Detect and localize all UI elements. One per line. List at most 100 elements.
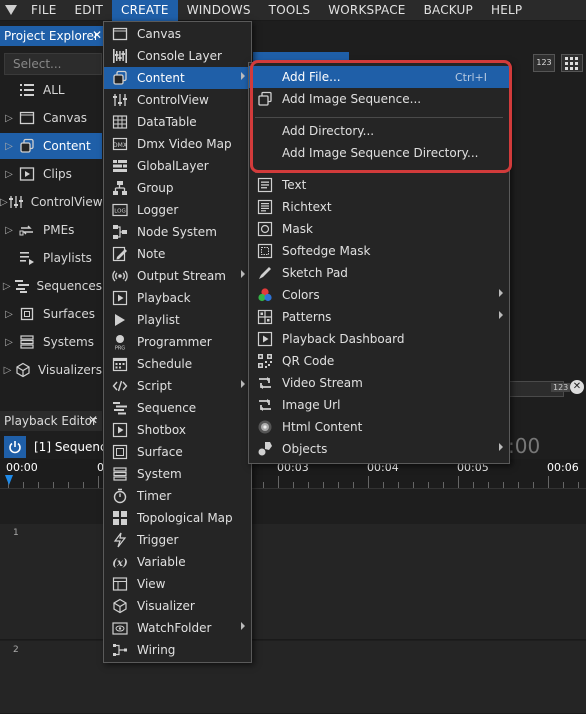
ruler-tick xyxy=(398,482,399,488)
create-menu-item-watchfolder[interactable]: WatchFolder xyxy=(104,617,251,639)
create-menu-item-label: Dmx Video Map xyxy=(137,137,232,151)
content-menu-item-playback-dashboard[interactable]: Playback Dashboard xyxy=(249,328,509,350)
create-menu-item-content[interactable]: Content xyxy=(104,67,251,89)
tree-item-sequences[interactable]: ▷ Sequences xyxy=(0,273,102,299)
tree-item-visualizers[interactable]: ▷ Visualizers xyxy=(0,357,102,383)
app-logo-icon[interactable] xyxy=(0,0,22,21)
chevron-right-icon[interactable]: ▷ xyxy=(0,365,15,376)
content-menu-item-qr-code[interactable]: QR Code xyxy=(249,350,509,372)
topological-map-icon xyxy=(109,509,131,527)
create-menu-item-label: Playlist xyxy=(137,313,180,327)
content-menu-item-add-image-sequence[interactable]: Add Image Sequence... xyxy=(249,88,509,110)
content-menu-item-image-url[interactable]: Image Url xyxy=(249,394,509,416)
content-menu-item-mask[interactable]: Mask xyxy=(249,218,509,240)
create-menu-item-node-system[interactable]: Node System xyxy=(104,221,251,243)
create-menu-item-topological-map[interactable]: Topological Map xyxy=(104,507,251,529)
create-menu-item-datatable[interactable]: DataTable xyxy=(104,111,251,133)
create-menu-item-schedule[interactable]: Schedule xyxy=(104,353,251,375)
create-menu-item-view[interactable]: View xyxy=(104,573,251,595)
create-menu-item-note[interactable]: Note xyxy=(104,243,251,265)
menu-help[interactable]: HELP xyxy=(482,0,531,21)
create-menu-item-trigger[interactable]: Trigger xyxy=(104,529,251,551)
content-menu-item-objects[interactable]: Objects xyxy=(249,438,509,460)
create-menu-item-shotbox[interactable]: Shotbox xyxy=(104,419,251,441)
create-menu-item-controlview[interactable]: ControlView xyxy=(104,89,251,111)
chevron-right-icon[interactable]: ▷ xyxy=(0,169,18,180)
create-menu-item-visualizer[interactable]: Visualizer xyxy=(104,595,251,617)
create-menu-item-variable[interactable]: (x) Variable xyxy=(104,551,251,573)
tree-item-all[interactable]: ALL xyxy=(0,77,102,103)
content-menu-item-video-stream[interactable]: Video Stream xyxy=(249,372,509,394)
create-menu-item-canvas[interactable]: Canvas xyxy=(104,23,251,45)
content-menu-item-softedge-mask[interactable]: Softedge Mask xyxy=(249,240,509,262)
tree-item-pmes[interactable]: ▷ PMEs xyxy=(0,217,102,243)
content-menu-item-sketch-pad[interactable]: Sketch Pad xyxy=(249,262,509,284)
grid-view-button[interactable] xyxy=(561,54,583,72)
content-menu-item-richtext[interactable]: Richtext xyxy=(249,196,509,218)
menu-workspace[interactable]: WORKSPACE xyxy=(319,0,414,21)
chevron-right-icon[interactable]: ▷ xyxy=(0,225,18,236)
create-menu-item-script[interactable]: Script xyxy=(104,375,251,397)
content-menu-item-add-image-sequence-directory[interactable]: Add Image Sequence Directory... xyxy=(249,142,509,164)
content-menu-item-html-content[interactable]: Html Content xyxy=(249,416,509,438)
content-menu-item-add-file[interactable]: Add File... Ctrl+I xyxy=(249,66,509,88)
create-menu-item-label: Surface xyxy=(137,445,183,459)
tree-item-systems[interactable]: ▷ Systems xyxy=(0,329,102,355)
create-menu-item-group[interactable]: Group xyxy=(104,177,251,199)
create-menu-item-surface[interactable]: Surface xyxy=(104,441,251,463)
tree-item-content[interactable]: ▷ Content xyxy=(0,133,102,159)
menu-backup[interactable]: BACKUP xyxy=(415,0,482,21)
chevron-right-icon[interactable]: ▷ xyxy=(0,337,18,348)
visualizer-icon xyxy=(109,597,131,615)
tree-item-playlists[interactable]: Playlists xyxy=(0,245,102,271)
track-row[interactable]: 1 xyxy=(0,524,586,640)
content-menu-item-patterns[interactable]: Patterns xyxy=(249,306,509,328)
menu-edit[interactable]: EDIT xyxy=(66,0,113,21)
ruler-tick xyxy=(98,476,99,488)
chevron-right-icon[interactable]: ▷ xyxy=(0,309,18,320)
create-menu-item-timer[interactable]: Timer xyxy=(104,485,251,507)
create-menu-item-system[interactable]: System xyxy=(104,463,251,485)
blank-icon xyxy=(254,144,276,162)
create-menu-item-label: Programmer xyxy=(137,335,212,349)
create-menu-item-output-stream[interactable]: Output Stream xyxy=(104,265,251,287)
content-menu-item-colors[interactable]: Colors xyxy=(249,284,509,306)
tree-item-clips[interactable]: ▷ Clips xyxy=(0,161,102,187)
group-icon xyxy=(109,179,131,197)
create-menu-item-wiring[interactable]: Wiring xyxy=(104,639,251,661)
menu-file[interactable]: FILE xyxy=(22,0,66,21)
shortcut-hint: Ctrl+I xyxy=(454,70,487,84)
content-menu-item-text[interactable]: Text xyxy=(249,174,509,196)
create-menu-item-playlist[interactable]: Playlist xyxy=(104,309,251,331)
create-menu-item-sequence[interactable]: Sequence xyxy=(104,397,251,419)
menu-windows[interactable]: WINDOWS xyxy=(178,0,260,21)
content-menu-item-add-directory[interactable]: Add Directory... xyxy=(249,120,509,142)
tree-item-controlview[interactable]: ▷ ControlView xyxy=(0,189,103,215)
tree-item-surfaces[interactable]: ▷ Surfaces xyxy=(0,301,102,327)
menu-create[interactable]: CREATE xyxy=(112,0,178,21)
close-icon[interactable]: ✕ xyxy=(88,413,98,427)
numeric-mode-button[interactable]: 123 xyxy=(533,54,555,72)
playhead-marker[interactable] xyxy=(5,475,13,485)
track-row[interactable]: 2 xyxy=(0,641,586,714)
create-menu-item-programmer[interactable]: PRG Programmer xyxy=(104,331,251,353)
chevron-right-icon[interactable]: ▷ xyxy=(0,141,18,152)
create-menu-item-globallayer[interactable]: GlobalLayer xyxy=(104,155,251,177)
chevron-right-icon[interactable]: ▷ xyxy=(0,281,14,292)
tab-project-explorer[interactable]: Project Explorer ✕ xyxy=(0,26,106,46)
clear-icon[interactable]: ✕ xyxy=(570,380,584,394)
chevron-right-icon[interactable]: ▷ xyxy=(0,197,8,208)
power-button[interactable] xyxy=(4,436,26,458)
create-menu-item-console-layer[interactable]: Console Layer xyxy=(104,45,251,67)
search-input[interactable]: Select... xyxy=(4,53,102,75)
close-icon[interactable]: ✕ xyxy=(92,28,102,42)
create-menu-item-playback[interactable]: Playback xyxy=(104,287,251,309)
track-number: 1 xyxy=(13,528,19,538)
chevron-right-icon[interactable]: ▷ xyxy=(0,113,18,124)
menu-tools[interactable]: TOOLS xyxy=(260,0,320,21)
numeric-mode-badge[interactable]: 123 xyxy=(551,383,571,392)
tree-item-canvas[interactable]: ▷ Canvas xyxy=(0,105,102,131)
create-menu-item-dmx-video-map[interactable]: DMX Dmx Video Map xyxy=(104,133,251,155)
create-menu-item-logger[interactable]: LOG Logger xyxy=(104,199,251,221)
tab-playback-editor[interactable]: Playback Editor ✕ xyxy=(0,411,102,431)
